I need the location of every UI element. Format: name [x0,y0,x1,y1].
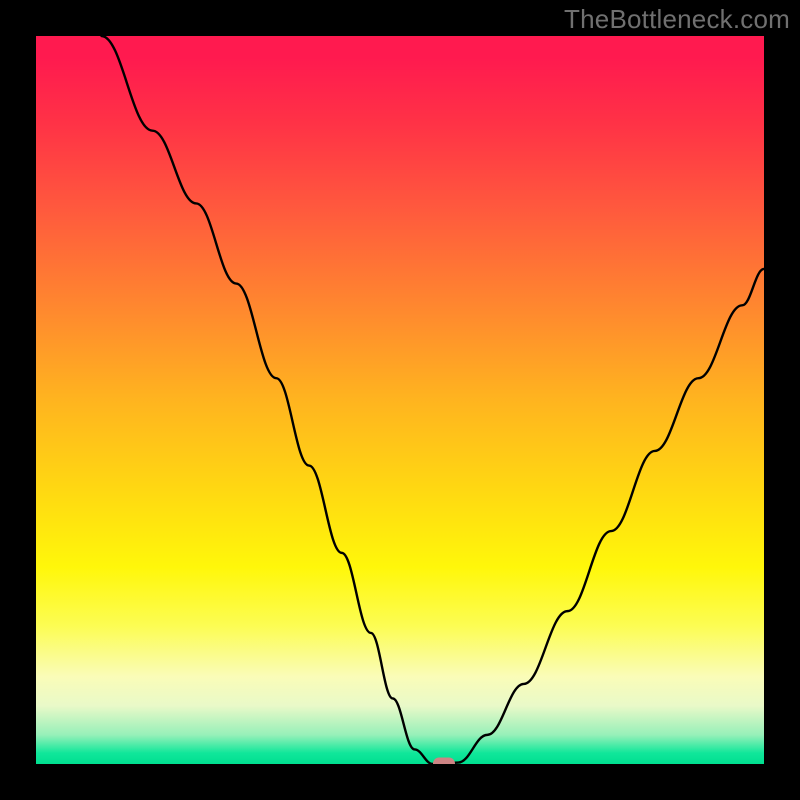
chart-frame: TheBottleneck.com [0,0,800,800]
minimum-marker [433,758,455,765]
bottleneck-curve [36,36,764,764]
plot-area [36,36,764,764]
watermark-text: TheBottleneck.com [564,4,790,35]
